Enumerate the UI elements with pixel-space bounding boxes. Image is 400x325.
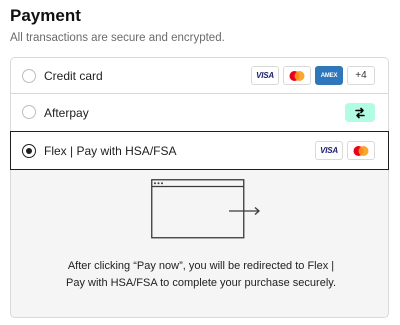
payment-option-label: Afterpay bbox=[44, 106, 89, 120]
payment-option-credit-card[interactable]: Credit card VISA AMEX +4 bbox=[10, 57, 389, 93]
payment-option-afterpay[interactable]: Afterpay bbox=[10, 93, 389, 131]
page-subtitle: All transactions are secure and encrypte… bbox=[10, 32, 225, 44]
radio-afterpay[interactable] bbox=[22, 105, 36, 119]
amex-icon: AMEX bbox=[315, 66, 343, 85]
page-title: Payment bbox=[10, 6, 81, 25]
payment-option-label: Credit card bbox=[44, 69, 103, 83]
visa-logo-text: VISA bbox=[320, 146, 338, 155]
card-logos: VISA bbox=[315, 141, 375, 160]
redirect-panel: After clicking “Pay now”, you will be re… bbox=[10, 170, 389, 318]
more-cards-count: +4 bbox=[355, 70, 367, 81]
visa-icon: VISA bbox=[251, 66, 279, 85]
browser-redirect-icon bbox=[151, 179, 271, 246]
visa-logo-text: VISA bbox=[256, 71, 274, 80]
card-logos: VISA AMEX +4 bbox=[251, 66, 375, 85]
radio-credit-card[interactable] bbox=[22, 69, 36, 83]
payment-option-label: Flex | Pay with HSA/FSA bbox=[44, 144, 177, 158]
amex-logo-text: AMEX bbox=[320, 72, 338, 79]
mastercard-icon bbox=[347, 141, 375, 160]
mastercard-icon bbox=[283, 66, 311, 85]
visa-icon: VISA bbox=[315, 141, 343, 160]
payment-methods: Credit card VISA AMEX +4 Afterpay Flex |… bbox=[10, 57, 389, 318]
redirect-message: After clicking “Pay now”, you will be re… bbox=[65, 260, 337, 289]
payment-option-flex-hsa-fsa[interactable]: Flex | Pay with HSA/FSA VISA bbox=[10, 131, 389, 170]
more-cards-badge: +4 bbox=[347, 66, 375, 85]
radio-selected-dot bbox=[26, 148, 32, 154]
afterpay-icon bbox=[345, 103, 375, 122]
radio-flex-hsa-fsa[interactable] bbox=[22, 144, 36, 158]
